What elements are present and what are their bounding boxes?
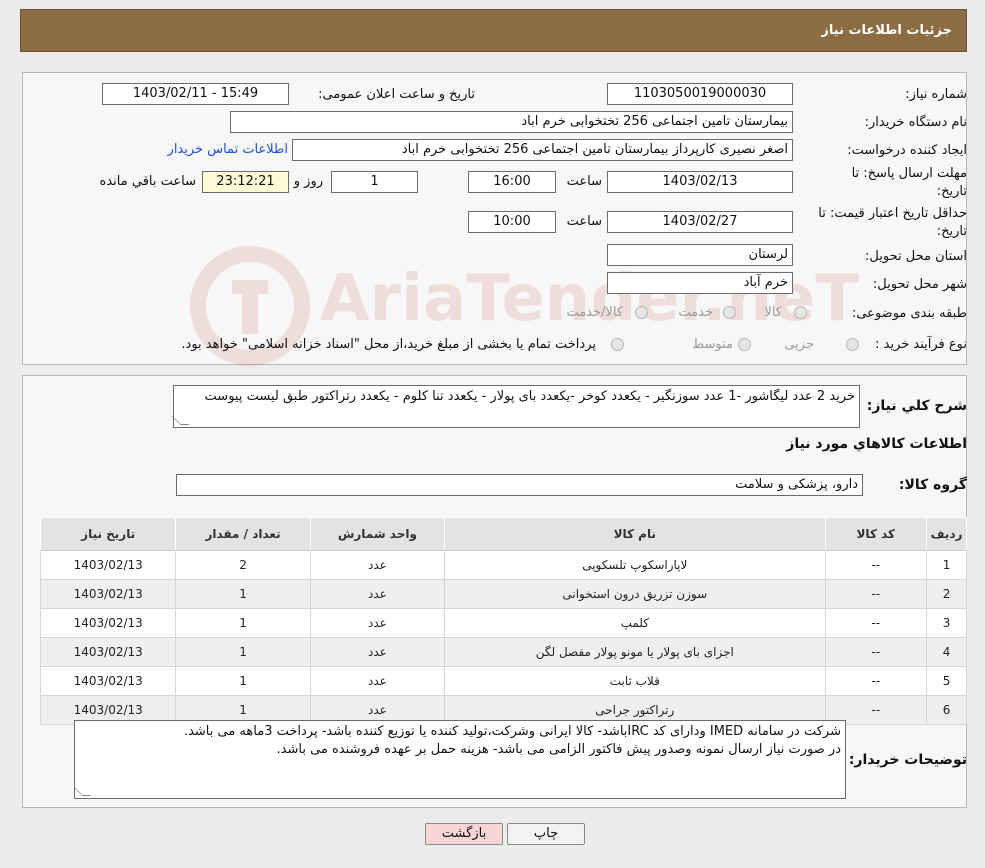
category-both-label: کالا/خدمت bbox=[566, 305, 623, 320]
cell-unit: عدد bbox=[309, 608, 446, 638]
summary-text: خرید 2 عدد لیگاشور -1 عدد سوزنگیر - یکعد… bbox=[204, 389, 855, 404]
purchase-radio-medium[interactable] bbox=[738, 338, 751, 351]
goods-table: رديف کد کالا نام کالا واحد شمارش تعداد /… bbox=[39, 517, 967, 725]
category-service-label: خدمت bbox=[678, 305, 713, 320]
cell-qty: 1 bbox=[175, 579, 311, 609]
category-radio-goods[interactable] bbox=[794, 306, 807, 319]
col-name: نام کالا bbox=[444, 517, 826, 551]
purchase-medium-label: متوسط bbox=[692, 337, 733, 352]
cell-name: کلمپ bbox=[444, 608, 826, 638]
cell-name: اجزای بای پولار یا مونو پولار مفصل لگن bbox=[444, 637, 826, 667]
cell-date: 1403/02/13 bbox=[39, 637, 177, 667]
validity-date-field: 1403/02/27 bbox=[607, 211, 793, 233]
cell-code: -- bbox=[824, 637, 928, 667]
days-label: روز و bbox=[293, 174, 323, 189]
buyer-org-label: نام دستگاه خریدار: bbox=[864, 115, 967, 130]
deadline-label: مهلت ارسال پاسخ: تا bbox=[851, 166, 967, 181]
city-label: شهر محل تحویل: bbox=[872, 277, 967, 292]
table-row: 5 -- قلاب ثابت عدد 1 1403/02/13 bbox=[39, 666, 967, 696]
table-row: 2 -- سوزن تزریق درون استخوانی عدد 1 1403… bbox=[39, 579, 967, 609]
remaining-days-field: 1 bbox=[331, 171, 418, 193]
cell-unit: عدد bbox=[309, 579, 446, 609]
buyer-notes-line1: شرکت در سامانه IMED ودارای کد IRCباشد- ک… bbox=[183, 724, 841, 739]
buyer-notes-label: توضیحات خریدار: bbox=[848, 752, 967, 768]
category-label: طبقه بندی موضوعی: bbox=[851, 306, 967, 321]
city-field: خرم آباد bbox=[607, 272, 793, 294]
buyer-org-field: بیمارستان تامین اجتماعی 256 تختخوابی خرم… bbox=[230, 111, 793, 133]
table-row: 3 -- کلمپ عدد 1 1403/02/13 bbox=[39, 608, 967, 638]
back-button[interactable]: بازگشت bbox=[425, 823, 503, 845]
cell-name: قلاب ثابت bbox=[444, 666, 826, 696]
remaining-label: ساعت باقي مانده bbox=[99, 174, 196, 189]
cell-date: 1403/02/13 bbox=[39, 608, 177, 638]
category-radio-service[interactable] bbox=[723, 306, 736, 319]
purchase-radio-treasury[interactable] bbox=[611, 338, 624, 351]
cell-row: 6 bbox=[926, 695, 967, 725]
cell-code: -- bbox=[824, 579, 928, 609]
cell-qty: 1 bbox=[175, 637, 311, 667]
page-title: جزئیات اطلاعات نیاز bbox=[821, 23, 952, 38]
col-code: کد کالا bbox=[824, 517, 928, 551]
table-row: 1 -- لاپاراسکوپ تلسکوپی عدد 2 1403/02/13 bbox=[39, 550, 967, 580]
goods-group-field: دارو، پزشکی و سلامت bbox=[176, 474, 863, 496]
province-label: استان محل تحویل: bbox=[865, 249, 967, 264]
announce-datetime-field: 1403/02/11 - 15:49 bbox=[102, 83, 289, 105]
cell-date: 1403/02/13 bbox=[39, 550, 177, 580]
purchase-minor-label: جزیی bbox=[784, 337, 814, 352]
summary-label: شرح کلي نياز: bbox=[866, 398, 967, 414]
deadline-time-label: ساعت bbox=[566, 174, 602, 189]
validity-label: حداقل تاریخ اعتبار قیمت: تا bbox=[818, 206, 967, 221]
cell-unit: عدد bbox=[309, 637, 446, 667]
cell-code: -- bbox=[824, 666, 928, 696]
category-radio-both[interactable] bbox=[635, 306, 648, 319]
cell-row: 4 bbox=[926, 637, 967, 667]
cell-code: -- bbox=[824, 550, 928, 580]
cell-qty: 2 bbox=[175, 550, 311, 580]
province-field: لرستان bbox=[607, 244, 793, 266]
col-row: رديف bbox=[926, 517, 967, 551]
purchase-note: پرداخت تمام یا بخشی از مبلغ خرید،از محل … bbox=[181, 337, 596, 352]
remaining-time-field: 23:12:21 bbox=[202, 171, 289, 193]
cell-code: -- bbox=[824, 608, 928, 638]
col-unit: واحد شمارش bbox=[309, 517, 446, 551]
print-button[interactable]: چاپ bbox=[507, 823, 585, 845]
cell-name: سوزن تزریق درون استخوانی bbox=[444, 579, 826, 609]
goods-group-label: گروه کالا: bbox=[898, 477, 967, 493]
cell-unit: عدد bbox=[309, 666, 446, 696]
purchase-radio-minor[interactable] bbox=[846, 338, 859, 351]
need-number-label: شماره نیاز: bbox=[905, 87, 967, 102]
page-header: جزئیات اطلاعات نیاز bbox=[20, 9, 967, 52]
deadline-time-field: 16:00 bbox=[468, 171, 556, 193]
cell-row: 2 bbox=[926, 579, 967, 609]
cell-qty: 1 bbox=[175, 666, 311, 696]
creator-label: ایجاد کننده درخواست: bbox=[847, 143, 967, 158]
deadline-date-field: 1403/02/13 bbox=[607, 171, 793, 193]
col-date: تاریخ نیاز bbox=[39, 517, 177, 551]
cell-qty: 1 bbox=[175, 608, 311, 638]
cell-row: 3 bbox=[926, 608, 967, 638]
validity-label-date: تاریخ: bbox=[936, 224, 967, 239]
col-qty: تعداد / مقدار bbox=[175, 517, 311, 551]
validity-time-label: ساعت bbox=[566, 214, 602, 229]
cell-date: 1403/02/13 bbox=[39, 579, 177, 609]
summary-textarea: خرید 2 عدد لیگاشور -1 عدد سوزنگیر - یکعد… bbox=[173, 385, 860, 428]
goods-table-header: رديف کد کالا نام کالا واحد شمارش تعداد /… bbox=[39, 517, 967, 551]
validity-time-field: 10:00 bbox=[468, 211, 556, 233]
cell-unit: عدد bbox=[309, 550, 446, 580]
goods-info-title: اطلاعات کالاهاي مورد نياز bbox=[786, 436, 967, 452]
buyer-notes-textarea: شرکت در سامانه IMED ودارای کد IRCباشد- ک… bbox=[74, 720, 846, 799]
deadline-label-date: تاریخ: bbox=[936, 184, 967, 199]
creator-field: اصغر نصیری کارپرداز بیمارستان تامین اجتم… bbox=[292, 139, 793, 161]
cell-row: 5 bbox=[926, 666, 967, 696]
cell-name: لاپاراسکوپ تلسکوپی bbox=[444, 550, 826, 580]
cell-row: 1 bbox=[926, 550, 967, 580]
buyer-notes-line2: در صورت نیاز ارسال نمونه وصدور پیش فاکتو… bbox=[276, 742, 841, 757]
table-row: 4 -- اجزای بای پولار یا مونو پولار مفصل … bbox=[39, 637, 967, 667]
need-number-field: 1103050019000030 bbox=[607, 83, 793, 105]
category-goods-label: کالا bbox=[764, 305, 782, 320]
buyer-contact-link[interactable]: اطلاعات تماس خریدار bbox=[168, 142, 288, 157]
purchase-type-label: نوع فرآیند خرید : bbox=[875, 337, 967, 352]
announce-datetime-label: تاریخ و ساعت اعلان عمومی: bbox=[318, 87, 475, 102]
cell-date: 1403/02/13 bbox=[39, 666, 177, 696]
